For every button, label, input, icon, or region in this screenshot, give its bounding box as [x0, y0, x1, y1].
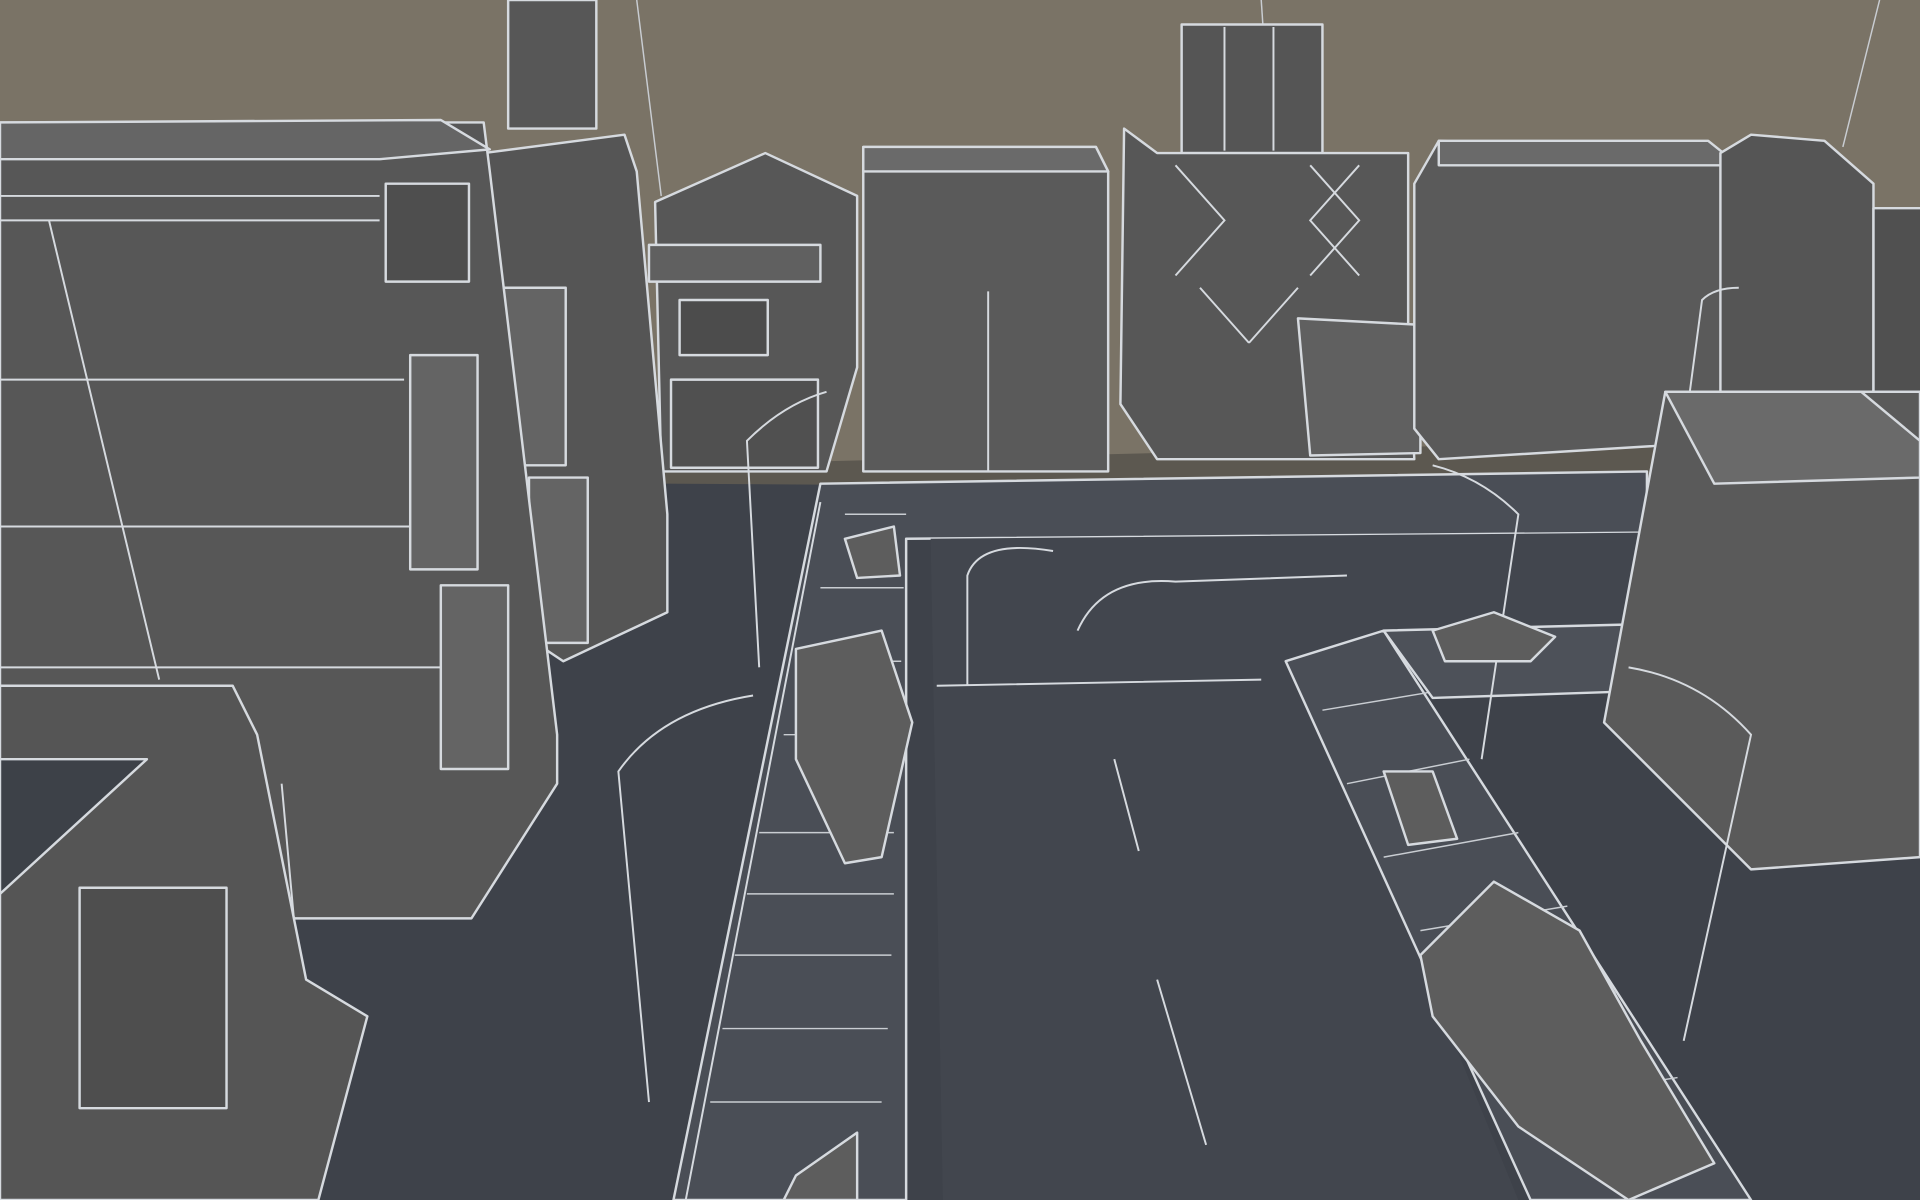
water-tower	[1180, 23, 1324, 155]
city-wireframe-render	[0, 0, 1920, 1200]
building-patterned	[1119, 127, 1422, 461]
building-box-center	[862, 145, 1110, 473]
building-house	[647, 151, 859, 473]
